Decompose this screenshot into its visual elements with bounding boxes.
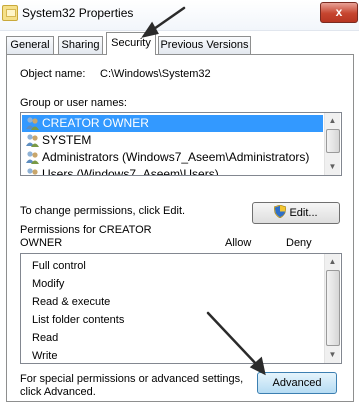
user-group-icon [26, 151, 39, 164]
allow-column-header: Allow [225, 237, 252, 249]
list-item[interactable]: SYSTEM [22, 132, 323, 149]
scroll-thumb[interactable] [326, 270, 340, 346]
permission-item: Full control [32, 260, 86, 272]
permissions-list[interactable]: Full control Modify Read & execute List … [20, 253, 342, 364]
close-button[interactable]: x [320, 2, 358, 23]
permission-item: Write [32, 350, 58, 362]
group-names-label: Group or user names: [20, 97, 127, 109]
deny-column-header: Deny [286, 237, 312, 249]
scroll-thumb[interactable] [326, 129, 340, 153]
list-item[interactable]: Users (Windows7_Aseem\Users) [22, 166, 323, 175]
user-group-icon [27, 168, 38, 175]
permissions-for-label: Permissions for CREATOR [20, 224, 152, 236]
scroll-up-icon[interactable]: ▲ [325, 113, 340, 128]
permission-item: Modify [32, 278, 65, 290]
permission-item: Read & execute [32, 296, 111, 308]
edit-button[interactable]: Edit... [252, 202, 340, 224]
permission-item: Read [32, 332, 59, 344]
permissions-scrollbar[interactable]: ▲ ▼ [324, 254, 340, 363]
list-item[interactable]: CREATOR OWNER [22, 115, 323, 132]
user-group-icon [26, 117, 39, 130]
list-item[interactable]: Administrators (Windows7_Aseem\Administr… [22, 149, 323, 166]
permissions-for-principal: OWNER [20, 237, 63, 249]
scroll-up-icon[interactable]: ▲ [325, 254, 340, 269]
advanced-text-line2: click Advanced. [20, 386, 96, 398]
window-title: System32 Properties [22, 6, 134, 20]
tab-general[interactable]: General [6, 36, 54, 54]
user-group-icon [26, 134, 39, 147]
object-name-label: Object name: [20, 68, 86, 80]
advanced-button[interactable]: Advanced [257, 372, 337, 394]
group-user-list[interactable]: CREATOR OWNER SYSTEM Administrators (Win… [20, 112, 342, 176]
shield-icon [274, 205, 287, 218]
folder-icon [2, 5, 18, 21]
tab-sharing[interactable]: Sharing [58, 36, 103, 54]
change-permissions-text: To change permissions, click Edit. [20, 205, 186, 217]
scroll-down-icon[interactable]: ▼ [325, 347, 340, 362]
title-bar: System32 Properties x [0, 0, 359, 31]
security-panel: Object name: C:\Windows\System32 Group o… [6, 54, 354, 402]
group-list-scrollbar[interactable]: ▲ ▼ [324, 113, 340, 175]
object-name-value: C:\Windows\System32 [100, 68, 211, 80]
tab-security[interactable]: Security [106, 32, 156, 55]
scroll-down-icon[interactable]: ▼ [325, 159, 340, 174]
advanced-text-line1: For special permissions or advanced sett… [20, 373, 244, 385]
tab-previous-versions[interactable]: Previous Versions [158, 36, 251, 54]
permission-item: List folder contents [32, 314, 125, 326]
